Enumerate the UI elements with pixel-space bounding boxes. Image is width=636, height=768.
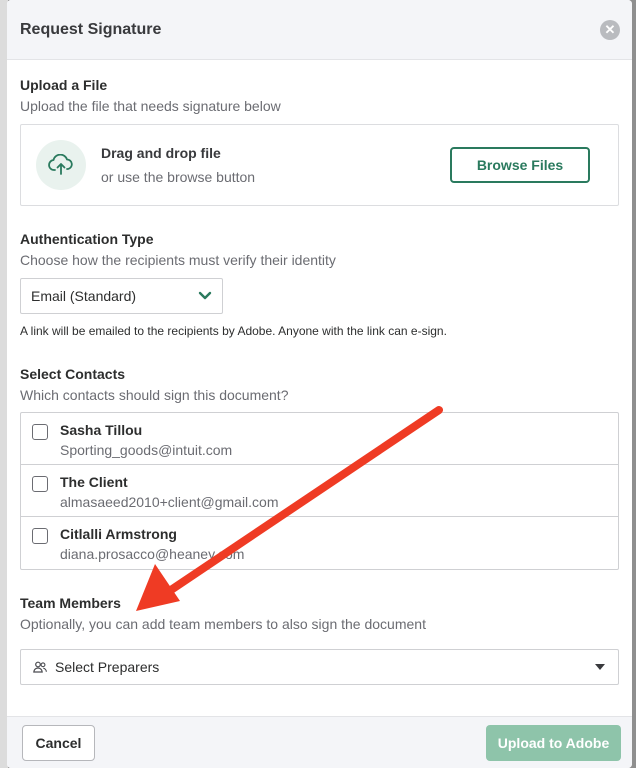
upload-text: Drag and drop file or use the browse but…	[101, 145, 450, 185]
contact-email: Sporting_goods@intuit.com	[60, 442, 233, 458]
people-icon	[33, 661, 47, 673]
contact-email: diana.prosacco@heaney.com	[60, 546, 245, 562]
contact-email: almasaeed2010+client@gmail.com	[60, 494, 279, 510]
auth-section: Authentication Type Choose how the recip…	[20, 231, 619, 338]
contacts-subtitle: Which contacts should sign this document…	[20, 387, 289, 403]
request-signature-modal: Request Signature ✕ Upload a File Upload…	[7, 0, 632, 768]
auth-subtitle: Choose how the recipients must verify th…	[20, 252, 336, 268]
contacts-list: Sasha Tillou Sporting_goods@intuit.com T…	[20, 412, 619, 570]
auth-title: Authentication Type	[20, 231, 154, 247]
upload-section: Upload a File Upload the file that needs…	[20, 77, 619, 206]
modal-footer: Cancel Upload to Adobe	[7, 716, 632, 768]
drag-drop-label: Drag and drop file	[101, 145, 221, 161]
modal-title: Request Signature	[20, 20, 162, 38]
contact-info: Citlalli Armstrong diana.prosacco@heaney…	[60, 526, 244, 562]
upload-to-adobe-button[interactable]: Upload to Adobe	[486, 724, 621, 761]
contact-checkbox[interactable]	[32, 424, 48, 440]
contact-checkbox[interactable]	[32, 476, 48, 492]
contacts-title: Select Contacts	[20, 366, 126, 382]
cancel-button[interactable]: Cancel	[22, 724, 95, 761]
auth-note: A link will be emailed to the recipients…	[20, 324, 447, 338]
contact-info: The Client almasaeed2010+client@gmail.co…	[60, 474, 279, 510]
contact-checkbox[interactable]	[32, 528, 48, 544]
upload-dropzone[interactable]: Drag and drop file or use the browse but…	[20, 124, 619, 206]
browse-files-button[interactable]: Browse Files	[450, 147, 590, 183]
list-item[interactable]: The Client almasaeed2010+client@gmail.co…	[21, 465, 618, 517]
contact-name: Citlalli Armstrong	[60, 526, 177, 542]
contact-name: Sasha Tillou	[60, 422, 143, 438]
select-preparers-dropdown[interactable]: Select Preparers	[20, 649, 619, 685]
auth-type-value: Email (Standard)	[31, 288, 137, 304]
list-item[interactable]: Citlalli Armstrong diana.prosacco@heaney…	[21, 517, 618, 569]
chevron-down-icon	[198, 291, 212, 300]
modal-header: Request Signature ✕	[7, 0, 632, 60]
contact-info: Sasha Tillou Sporting_goods@intuit.com	[60, 422, 232, 458]
team-section: Team Members Optionally, you can add tea…	[20, 595, 619, 685]
contacts-section: Select Contacts Which contacts should si…	[20, 366, 619, 570]
team-subtitle: Optionally, you can add team members to …	[20, 616, 426, 632]
modal-body: Upload a File Upload the file that needs…	[7, 77, 632, 685]
team-title: Team Members	[20, 595, 121, 611]
auth-type-select[interactable]: Email (Standard)	[20, 278, 223, 314]
cloud-upload-icon	[36, 140, 86, 190]
select-preparers-label: Select Preparers	[55, 659, 160, 675]
browse-hint: or use the browse button	[101, 169, 256, 185]
upload-subtitle: Upload the file that needs signature bel…	[20, 98, 281, 114]
close-icon[interactable]: ✕	[600, 19, 620, 40]
list-item[interactable]: Sasha Tillou Sporting_goods@intuit.com	[21, 413, 618, 465]
upload-title: Upload a File	[20, 77, 108, 93]
contact-name: The Client	[60, 474, 128, 490]
caret-down-icon	[595, 664, 605, 670]
